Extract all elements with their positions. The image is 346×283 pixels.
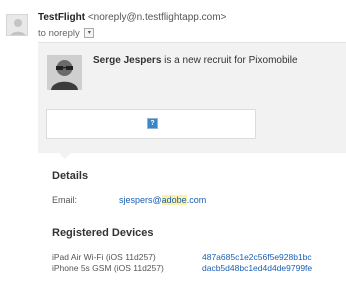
notification-card: Serge Jespers is a new recruit for Pixom… — [38, 42, 346, 153]
email-view: TestFlight <noreply@n.testflightapp.com>… — [0, 0, 346, 283]
registered-devices-heading: Registered Devices — [52, 227, 154, 239]
sender-name[interactable]: TestFlight — [38, 12, 85, 23]
device-name: iPad Air Wi-Fi (iOS 11d257) — [52, 252, 156, 262]
email-user: sjespers@ — [119, 195, 162, 205]
recipient-line: to noreply ▾ — [38, 28, 95, 39]
sender-line: TestFlight <noreply@n.testflightapp.com> — [38, 12, 226, 23]
sender-avatar — [6, 14, 28, 36]
device-id-link[interactable]: 487a685c1e2c56f5e928b1bc — [202, 252, 312, 262]
details-heading: Details — [52, 170, 89, 182]
broken-image-icon: ? — [147, 118, 158, 129]
email-tld: .com — [186, 195, 207, 205]
device-name: iPhone 5s GSM (iOS 11d257) — [52, 263, 164, 273]
person-icon — [47, 55, 82, 90]
email-link[interactable]: sjespers@adobe.com — [119, 195, 206, 205]
recruit-message: Serge Jespers is a new recruit for Pixom… — [93, 55, 298, 66]
recruit-name: Serge Jespers — [93, 55, 162, 66]
email-domain: adobe — [161, 195, 187, 205]
sender-email[interactable]: <noreply@n.testflightapp.com> — [88, 12, 227, 23]
device-row: iPhone 5s GSM (iOS 11d257) dacb5d48bc1ed… — [52, 263, 346, 273]
person-icon — [10, 19, 26, 35]
device-id-link[interactable]: dacb5d48bc1ed4d4de9799fe — [202, 263, 312, 273]
email-label: Email: — [52, 195, 78, 205]
recipient-name: noreply — [48, 28, 80, 39]
card-pointer — [58, 152, 72, 159]
chevron-down-icon[interactable]: ▾ — [84, 28, 95, 39]
image-container: ? — [46, 109, 256, 139]
device-row: iPad Air Wi-Fi (iOS 11d257) 487a685c1e2c… — [52, 252, 346, 262]
recipient-prefix: to — [38, 28, 46, 39]
recruit-text: is a new recruit for Pixomobile — [161, 55, 298, 66]
recruit-avatar — [47, 55, 82, 90]
